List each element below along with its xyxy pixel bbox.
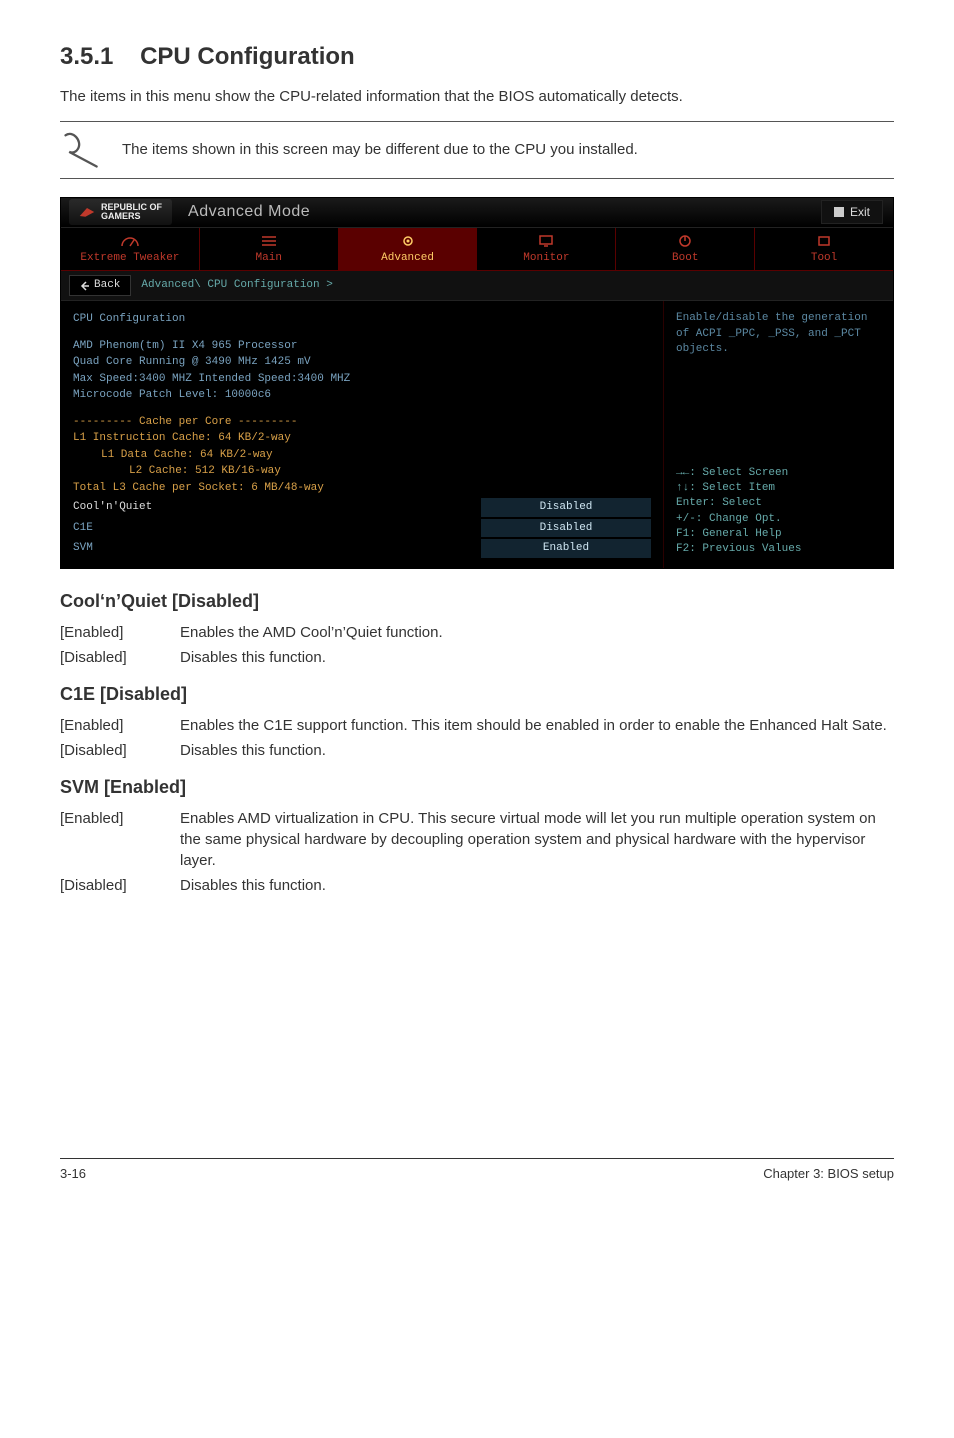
option-key: [Enabled] <box>60 713 180 738</box>
subheading-c1e: C1E [Disabled] <box>60 682 894 707</box>
setting-label: C1E <box>73 520 93 537</box>
option-key: [Disabled] <box>60 738 180 763</box>
back-arrow-icon <box>80 281 90 291</box>
nav-hints: →←: Select Screen ↑↓: Select Item Enter:… <box>676 466 881 558</box>
bios-screenshot: REPUBLIC OF GAMERS Advanced Mode Exit Ex… <box>60 197 894 569</box>
tab-label: Main <box>200 251 338 266</box>
brand-line2: GAMERS <box>101 212 162 221</box>
info-line: Quad Core Running @ 3490 MHz 1425 mV <box>73 354 651 371</box>
tool-icon <box>814 234 834 248</box>
tab-main[interactable]: Main <box>200 228 339 270</box>
tab-extreme-tweaker[interactable]: Extreme Tweaker <box>61 228 200 270</box>
bios-left-panel: CPU Configuration AMD Phenom(tm) II X4 9… <box>61 301 663 568</box>
mode-title: Advanced Mode <box>188 201 310 223</box>
option-desc: Disables this function. <box>180 645 894 670</box>
tab-label: Monitor <box>477 251 615 266</box>
bios-help-panel: Enable/disable the generation of ACPI _P… <box>663 301 893 568</box>
tab-label: Advanced <box>339 251 477 266</box>
help-text: Enable/disable the generation of ACPI _P… <box>676 311 881 357</box>
section-heading: 3.5.1 CPU Configuration <box>60 40 894 74</box>
section-number: 3.5.1 <box>60 43 113 70</box>
note-text: The items shown in this screen may be di… <box>122 139 638 160</box>
power-icon <box>675 234 695 248</box>
bios-breadcrumb-row: Back Advanced\ CPU Configuration > <box>61 271 893 301</box>
gauge-icon <box>120 234 140 248</box>
nav-hint: →←: Select Screen <box>676 466 881 481</box>
nav-hint: F1: General Help <box>676 527 881 542</box>
tab-monitor[interactable]: Monitor <box>477 228 616 270</box>
cache-header: --------- Cache per Core --------- <box>73 414 651 431</box>
footer-right: Chapter 3: BIOS setup <box>763 1165 894 1183</box>
exit-label: Exit <box>850 204 870 221</box>
setting-row-c1e[interactable]: C1E Disabled <box>73 519 651 538</box>
section-title-text: CPU Configuration <box>140 43 355 70</box>
option-desc: Enables the AMD Cool’n’Quiet function. <box>180 620 894 645</box>
setting-value[interactable]: Enabled <box>481 539 651 558</box>
option-key: [Enabled] <box>60 806 180 873</box>
cache-line: L1 Instruction Cache: 64 KB/2-way <box>73 430 651 447</box>
intro-paragraph: The items in this menu show the CPU-rela… <box>60 86 894 107</box>
gear-icon <box>398 234 418 248</box>
info-line: AMD Phenom(tm) II X4 965 Processor <box>73 338 651 355</box>
tab-label: Extreme Tweaker <box>61 251 199 266</box>
setting-value[interactable]: Disabled <box>481 519 651 538</box>
note-icon <box>60 128 104 172</box>
exit-icon <box>834 207 844 217</box>
rog-logo-icon <box>79 206 95 218</box>
tab-label: Boot <box>616 251 754 266</box>
setting-row-svm[interactable]: SVM Enabled <box>73 539 651 558</box>
list-icon <box>259 234 279 248</box>
tab-label: Tool <box>755 251 893 266</box>
divider <box>60 121 894 122</box>
option-key: [Disabled] <box>60 645 180 670</box>
option-key: [Disabled] <box>60 873 180 898</box>
bios-tabs: Extreme Tweaker Main Advanced Monitor Bo… <box>61 228 893 271</box>
setting-label: Cool'n'Quiet <box>73 499 152 516</box>
option-desc: Enables the C1E support function. This i… <box>180 713 894 738</box>
tab-boot[interactable]: Boot <box>616 228 755 270</box>
nav-hint: +/-: Change Opt. <box>676 512 881 527</box>
setting-row-coolnquiet[interactable]: Cool'n'Quiet Disabled <box>73 498 651 517</box>
cache-line: L2 Cache: 512 KB/16-way <box>73 463 651 480</box>
cache-line: L1 Data Cache: 64 KB/2-way <box>73 447 651 464</box>
option-desc: Enables AMD virtualization in CPU. This … <box>180 806 894 873</box>
cache-line: Total L3 Cache per Socket: 6 MB/48-way <box>73 480 651 497</box>
nav-hint: F2: Previous Values <box>676 542 881 557</box>
back-button[interactable]: Back <box>69 275 131 296</box>
option-desc: Disables this function. <box>180 873 894 898</box>
tab-advanced[interactable]: Advanced <box>339 228 478 270</box>
subheading-coolnquiet: Cool‘n’Quiet [Disabled] <box>60 589 894 614</box>
exit-button[interactable]: Exit <box>821 200 883 225</box>
setting-value[interactable]: Disabled <box>481 498 651 517</box>
page-footer: 3-16 Chapter 3: BIOS setup <box>60 1158 894 1183</box>
divider <box>60 178 894 179</box>
breadcrumb: Advanced\ CPU Configuration > <box>141 278 332 293</box>
option-key: [Enabled] <box>60 620 180 645</box>
panel-title: CPU Configuration <box>73 311 651 328</box>
footer-left: 3-16 <box>60 1165 86 1183</box>
nav-hint: ↑↓: Select Item <box>676 481 881 496</box>
info-line: Max Speed:3400 MHZ Intended Speed:3400 M… <box>73 371 651 388</box>
back-label: Back <box>94 278 120 293</box>
monitor-icon <box>536 234 556 248</box>
nav-hint: Enter: Select <box>676 496 881 511</box>
info-line: Microcode Patch Level: 10000c6 <box>73 387 651 404</box>
bios-topbar: REPUBLIC OF GAMERS Advanced Mode Exit <box>61 198 893 228</box>
tab-tool[interactable]: Tool <box>755 228 893 270</box>
rog-badge: REPUBLIC OF GAMERS <box>69 199 172 225</box>
subheading-svm: SVM [Enabled] <box>60 775 894 800</box>
option-desc: Disables this function. <box>180 738 894 763</box>
setting-label: SVM <box>73 540 93 557</box>
